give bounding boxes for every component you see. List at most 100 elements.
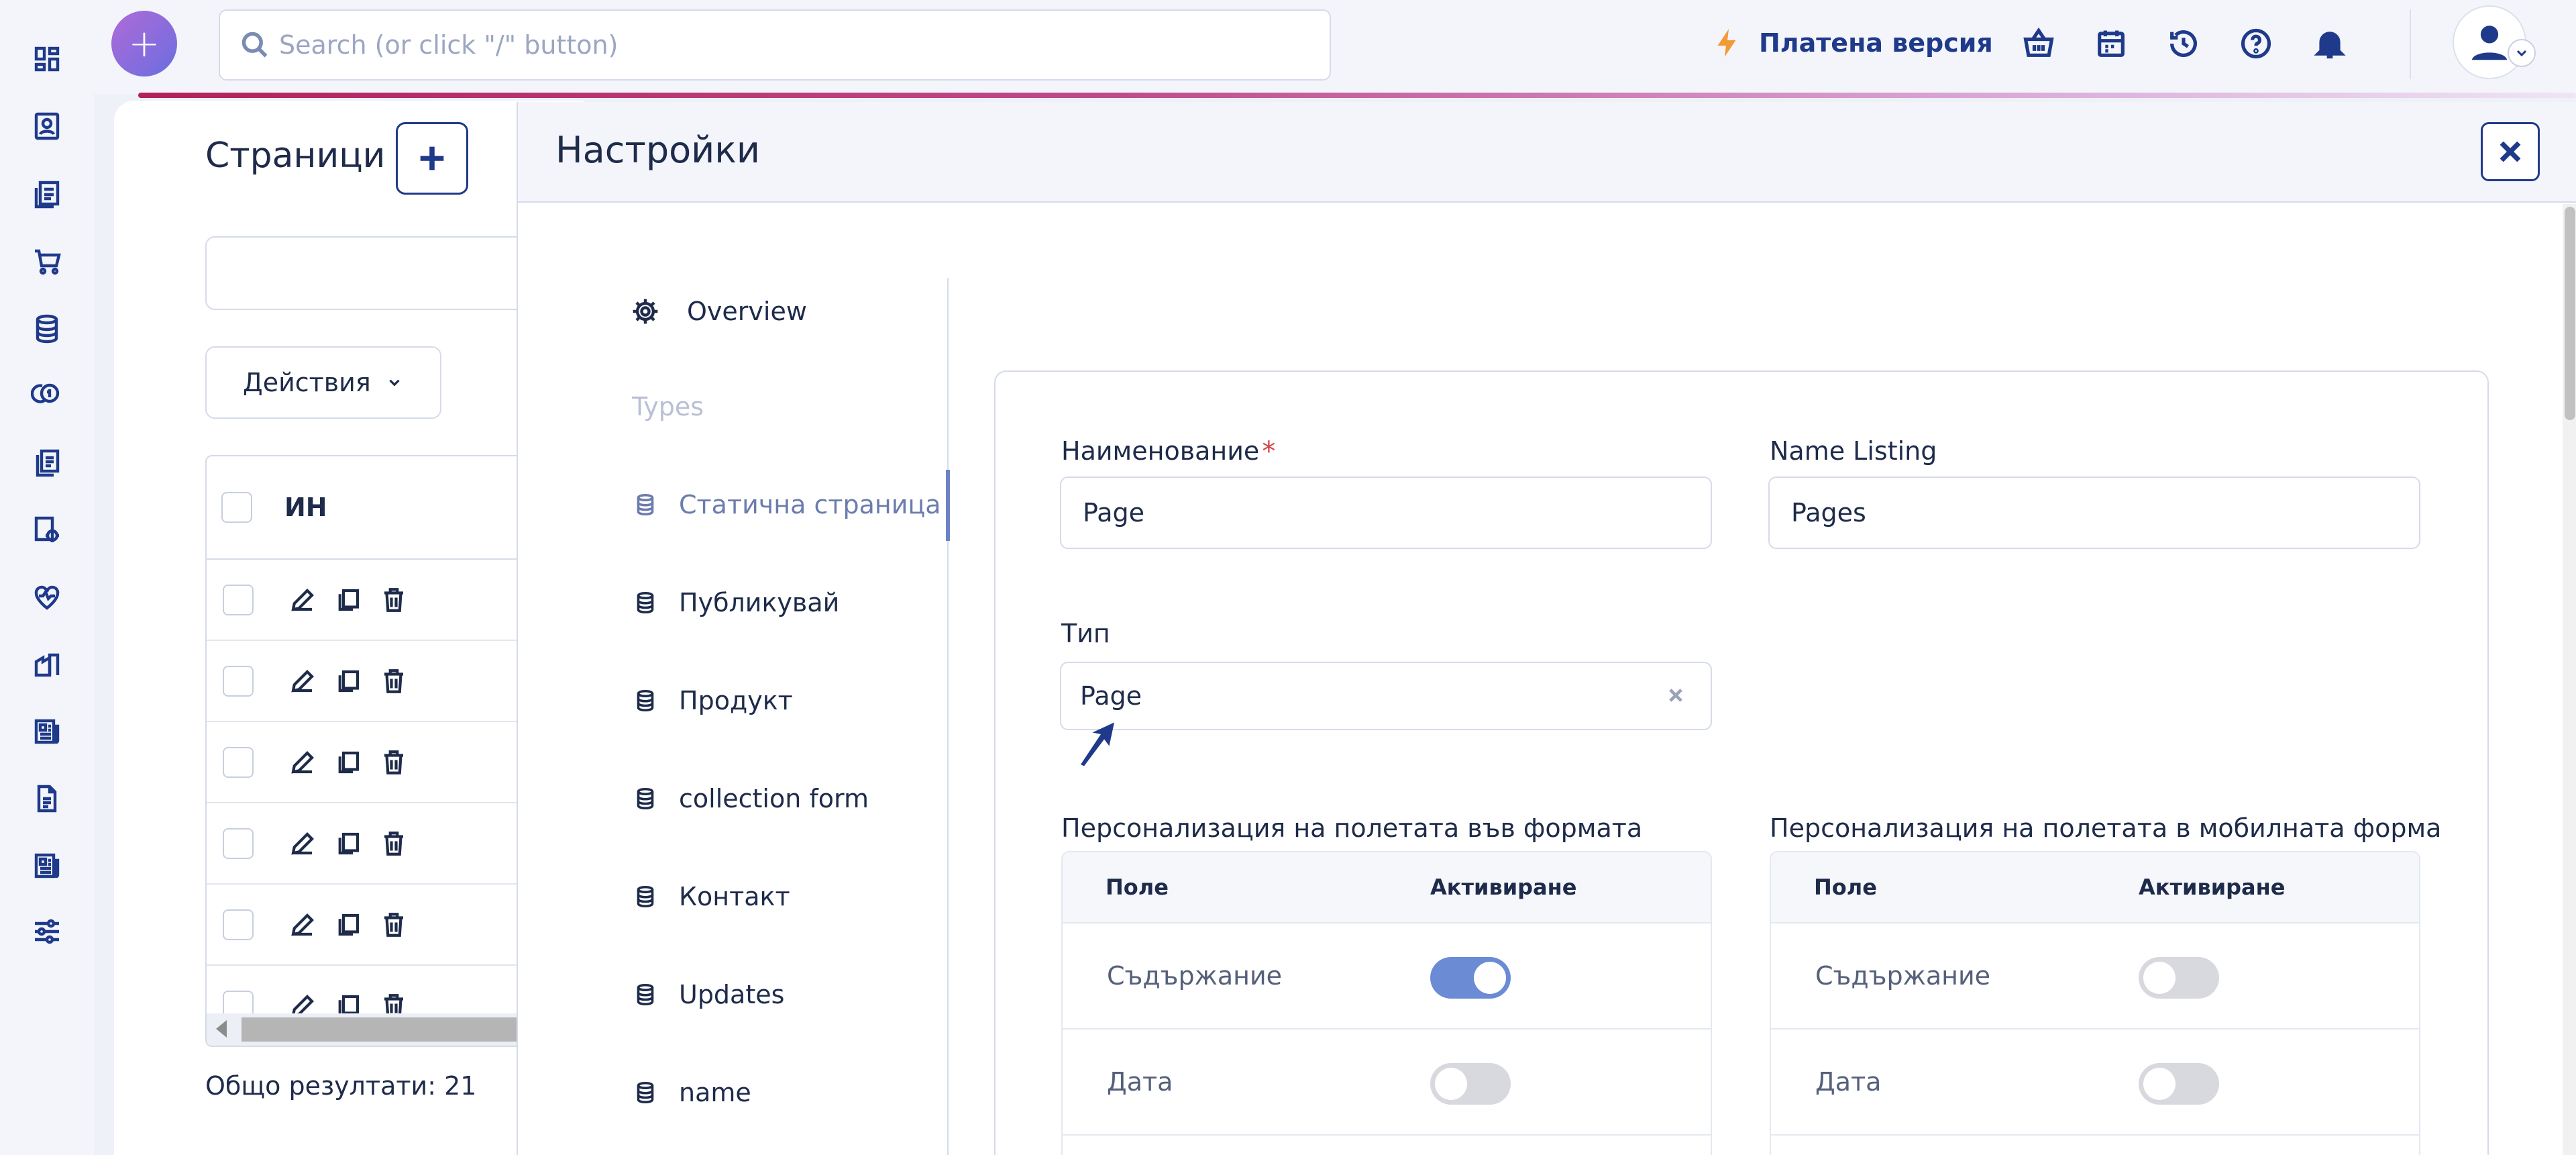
database-icon: [637, 1081, 654, 1104]
gear-icon: [633, 299, 658, 324]
clear-type-button[interactable]: [1662, 682, 1689, 709]
plus-icon: [420, 146, 444, 170]
settings-header: Настройки: [518, 102, 2576, 203]
nav-group-types: Types: [632, 392, 704, 421]
trash-icon[interactable]: [380, 667, 408, 695]
database-icon: [637, 885, 654, 908]
user-menu-toggle[interactable]: [2508, 39, 2536, 67]
heart-pulse-icon[interactable]: [28, 579, 66, 616]
newspaper-icon[interactable]: [28, 847, 66, 885]
sliders-icon[interactable]: [28, 913, 66, 950]
settings-title: Настройки: [555, 129, 760, 171]
nav-type-label: Контакт: [679, 882, 790, 911]
mobile-fields-header: Поле Активиране: [1771, 852, 2419, 923]
database-icon: [637, 493, 654, 516]
row-checkbox[interactable]: [223, 827, 254, 859]
contacts-icon[interactable]: [28, 107, 66, 145]
desktop-fields-header: Поле Активиране: [1063, 852, 1711, 923]
scroll-left-arrow[interactable]: [216, 1020, 227, 1038]
select-all-checkbox[interactable]: [221, 492, 252, 523]
calendar-icon[interactable]: [2092, 24, 2131, 63]
copy-icon[interactable]: [334, 667, 362, 695]
settings-nav-divider: [947, 278, 949, 1155]
nav-overview[interactable]: Overview: [631, 285, 807, 338]
edit-pencil-icon[interactable]: [288, 748, 317, 776]
actions-dropdown[interactable]: Действия: [205, 346, 441, 419]
dashboard-icon[interactable]: [28, 40, 66, 78]
trash-icon[interactable]: [380, 748, 408, 776]
nav-type-item[interactable]: name: [631, 1066, 751, 1119]
row-checkbox[interactable]: [223, 746, 254, 778]
mobile-fields-table: Поле Активиране Съдържание Дата: [1770, 851, 2420, 1155]
mouse-cursor-arrow-icon: [1081, 722, 1114, 766]
name-listing-input[interactable]: [1768, 476, 2420, 549]
basket-icon[interactable]: [2019, 24, 2058, 63]
help-icon[interactable]: [2237, 24, 2275, 63]
panel-scrollbar-thumb[interactable]: [2565, 207, 2575, 420]
lightning-icon: [1717, 29, 1736, 57]
history-icon[interactable]: [2164, 24, 2203, 63]
column-header-enable: Активиране: [2139, 874, 2286, 900]
trash-icon[interactable]: [380, 830, 408, 858]
close-button[interactable]: [2481, 122, 2540, 181]
coins-icon[interactable]: [28, 377, 66, 415]
actions-label: Действия: [243, 368, 371, 397]
enable-toggle[interactable]: [1430, 1063, 1511, 1105]
global-search[interactable]: [219, 9, 1331, 81]
nav-type-item[interactable]: Статична страница: [631, 478, 941, 532]
nav-type-label: collection form: [679, 784, 869, 813]
nav-type-item[interactable]: collection form: [631, 772, 869, 825]
news-icon[interactable]: [28, 713, 66, 750]
trash-icon[interactable]: [380, 586, 408, 614]
nav-type-item[interactable]: Updates: [631, 968, 784, 1021]
table-row: Съдържание: [1771, 923, 2419, 1030]
search-icon: [241, 32, 268, 58]
enable-toggle[interactable]: [2139, 1063, 2219, 1105]
create-new-button[interactable]: +: [111, 11, 177, 77]
page-title: Страници: [205, 136, 386, 176]
copy-icon[interactable]: [334, 911, 362, 939]
user-icon: [2471, 26, 2508, 60]
edit-pencil-icon[interactable]: [288, 667, 317, 695]
plus-icon: +: [128, 21, 160, 66]
name-input[interactable]: [1060, 476, 1712, 549]
edit-pencil-icon[interactable]: [288, 830, 317, 858]
copy-icon[interactable]: [334, 586, 362, 614]
nav-type-item[interactable]: Публикувай: [631, 576, 839, 630]
progress-accent-line: [138, 93, 2576, 98]
edit-pencil-icon[interactable]: [288, 586, 317, 614]
row-checkbox[interactable]: [223, 584, 254, 615]
documents-icon[interactable]: [28, 444, 66, 482]
nav-type-label: Продукт: [679, 686, 793, 715]
panel-scrollbar[interactable]: [2563, 204, 2576, 1155]
paid-version-link[interactable]: Платена версия: [1711, 23, 1993, 63]
enable-toggle[interactable]: [1430, 957, 1511, 999]
reports-icon[interactable]: [28, 646, 66, 683]
edit-pencil-icon[interactable]: [288, 911, 317, 939]
nav-overview-label: Overview: [687, 297, 807, 326]
row-checkbox[interactable]: [223, 909, 254, 940]
add-page-button[interactable]: [396, 122, 468, 195]
chevron-down-icon: [389, 379, 400, 387]
database-icon[interactable]: [28, 310, 66, 348]
trash-icon[interactable]: [380, 911, 408, 939]
close-icon: [1669, 689, 1682, 702]
close-icon: [2500, 141, 2521, 162]
copy-icon[interactable]: [334, 830, 362, 858]
invoices-icon[interactable]: [28, 176, 66, 213]
file-text-icon[interactable]: [28, 780, 66, 817]
enable-toggle[interactable]: [2139, 957, 2219, 999]
settings-gear-icon[interactable]: [28, 511, 66, 549]
field-name: Съдържание: [1815, 961, 1991, 991]
nav-type-item[interactable]: Контакт: [631, 870, 790, 923]
search-input[interactable]: [279, 30, 1285, 60]
column-header-field: Поле: [1814, 874, 1877, 900]
copy-icon[interactable]: [334, 748, 362, 776]
notifications-bell-icon[interactable]: [2310, 24, 2349, 63]
type-select[interactable]: [1060, 662, 1712, 730]
column-header-id: ИН: [284, 493, 327, 522]
database-icon: [637, 689, 654, 712]
cart-icon[interactable]: [28, 243, 66, 281]
row-checkbox[interactable]: [223, 665, 254, 697]
nav-type-item[interactable]: Продукт: [631, 674, 793, 727]
